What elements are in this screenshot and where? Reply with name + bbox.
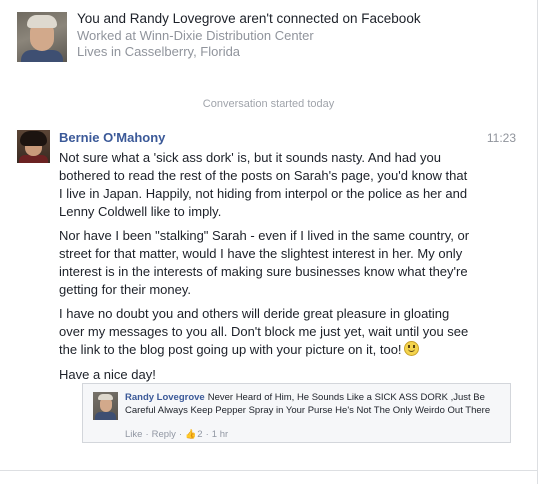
- comment-like-count: 2: [197, 429, 203, 440]
- message-paragraph: Not sure what a 'sick ass dork' is, but …: [59, 150, 468, 219]
- comment-reply-link: Reply: [151, 429, 176, 440]
- sender-name[interactable]: Bernie O'Mahony: [59, 130, 165, 145]
- message-paragraph: Nor have I been "stalking" Sarah - even …: [59, 228, 470, 297]
- embedded-comment-screenshot: Randy Lovegrove Never Heard of Him, He So…: [82, 383, 511, 443]
- comment-author-name: Randy Lovegrove: [125, 392, 205, 403]
- connection-info-header: You and Randy Lovegrove aren't connected…: [0, 0, 537, 76]
- comment-body: Randy Lovegrove Never Heard of Him, He So…: [125, 391, 495, 417]
- window-border-bottom: [0, 470, 538, 471]
- location-info: Lives in Casselberry, Florida: [77, 44, 241, 59]
- sender-avatar[interactable]: [17, 130, 50, 163]
- message-paragraph: I have no doubt you and others will deri…: [59, 305, 474, 359]
- message-timestamp: 11:23: [486, 131, 516, 145]
- comment-age: 1 hr: [211, 429, 229, 440]
- thumbs-up-icon: 👍: [185, 429, 197, 439]
- comment-author-avatar: [93, 392, 118, 420]
- work-info: Worked at Winn-Dixie Distribution Center: [77, 28, 314, 43]
- window-border-right: [537, 0, 538, 484]
- not-connected-notice: You and Randy Lovegrove aren't connected…: [77, 11, 421, 26]
- message-paragraph: Have a nice day!: [59, 367, 156, 382]
- conversation-start-label: Conversation started today: [202, 98, 335, 110]
- profile-picture-randy[interactable]: [17, 12, 67, 62]
- smiley-icon: [403, 341, 419, 356]
- comment-like-link: Like: [125, 429, 143, 440]
- comment-actions: Like · Reply · 👍2 · 1 hr: [125, 429, 229, 440]
